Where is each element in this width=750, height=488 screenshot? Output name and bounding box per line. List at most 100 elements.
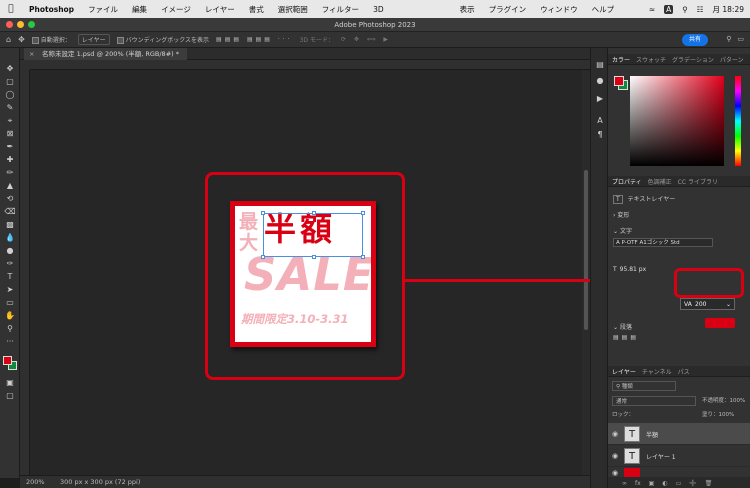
wifi-icon[interactable]: ≈ <box>649 5 655 14</box>
move-tool-icon[interactable]: ✥ <box>18 35 25 44</box>
path-select-tool-icon[interactable]: ➤ <box>4 285 16 295</box>
hand-tool-icon[interactable]: ✋ <box>4 311 16 321</box>
font-size-field[interactable]: T 95.81 px <box>613 266 646 273</box>
canvas-vertical-scrollbar[interactable] <box>582 70 590 475</box>
fx-icon[interactable]: fx <box>635 480 641 487</box>
tab-cc-libraries[interactable]: CC ライブラリ <box>678 177 718 186</box>
tab-adjustments[interactable]: 色調補正 <box>648 177 672 186</box>
menubar-clock[interactable]: 月 18:29 <box>713 4 745 15</box>
mask-icon[interactable]: ▣ <box>649 480 655 487</box>
paragraph-icon[interactable]: ¶ <box>595 130 605 140</box>
adjustment-icon[interactable]: ◐ <box>662 480 667 487</box>
share-button[interactable]: 共有 <box>681 34 708 46</box>
eye-icon[interactable]: ◉ <box>612 430 618 438</box>
eyedropper-tool-icon[interactable]: ✒ <box>4 142 16 152</box>
layer-row-background[interactable]: ◉ <box>608 467 750 478</box>
layer-row-selected[interactable]: ◉ T 半額 <box>608 423 750 445</box>
shape-tool-icon[interactable]: ▭ <box>4 298 16 308</box>
layer-filter-select[interactable]: ⚲ 種類 <box>612 381 676 391</box>
menu-file[interactable]: ファイル <box>81 4 125 15</box>
tab-patterns[interactable]: パターン <box>720 55 744 64</box>
zoom-tool-icon[interactable]: ⚲ <box>4 324 16 334</box>
marquee-tool-icon[interactable]: ▢ <box>4 77 16 87</box>
tracking-field[interactable]: VA 200 ⌄ <box>680 298 735 310</box>
home-icon[interactable]: ⌂ <box>6 35 11 44</box>
control-center-icon[interactable]: ☷ <box>697 5 704 14</box>
vertical-ruler[interactable] <box>20 70 30 475</box>
transform-handle[interactable] <box>261 211 265 215</box>
history-icon[interactable]: ▤ <box>595 60 605 70</box>
workspace-icon[interactable]: ▭ <box>737 35 744 43</box>
tab-paths[interactable]: パス <box>678 367 690 376</box>
fill-field[interactable]: 塗り：100% <box>702 410 734 418</box>
align-icons[interactable]: ▤▤▤ ▤▤▤ ··· <box>216 36 293 43</box>
layer-select-dropdown[interactable]: レイヤー <box>77 34 110 45</box>
foreground-color-swatch[interactable] <box>3 356 12 365</box>
tab-swatches[interactable]: スウォッチ <box>636 55 666 64</box>
gradient-tool-icon[interactable]: ▩ <box>4 220 16 230</box>
font-family-select[interactable]: A P-OTF A1ゴシック Std <box>613 238 713 247</box>
actions-icon[interactable]: ▶ <box>595 94 605 104</box>
menu-edit[interactable]: 編集 <box>125 4 154 15</box>
type-tool-icon[interactable]: T <box>4 272 16 282</box>
character-icon[interactable]: A <box>595 116 605 126</box>
menu-app[interactable]: Photoshop <box>22 5 81 14</box>
stamp-tool-icon[interactable]: ▲ <box>4 181 16 191</box>
healing-tool-icon[interactable]: ✚ <box>4 155 16 165</box>
pen-tool-icon[interactable]: ✑ <box>4 259 16 269</box>
transform-handle[interactable] <box>261 255 265 259</box>
auto-select-checkbox[interactable]: 自動選択： <box>31 35 71 44</box>
dodge-tool-icon[interactable]: ● <box>4 246 16 256</box>
tab-gradients[interactable]: グラデーション <box>672 55 714 64</box>
lasso-tool-icon[interactable]: ◯ <box>4 90 16 100</box>
new-layer-icon[interactable]: ➕ <box>689 480 696 487</box>
folder-icon[interactable]: ▭ <box>676 480 682 487</box>
3d-icons[interactable]: ⟳ ✥ ⟺ ▶ <box>341 36 391 43</box>
brush-tool-icon[interactable]: ✏ <box>4 168 16 178</box>
more-tools-icon[interactable]: ··· <box>4 337 16 347</box>
crop-tool-icon[interactable]: ⌖ <box>4 116 16 126</box>
quick-select-tool-icon[interactable]: ✎ <box>4 103 16 113</box>
text-section[interactable]: ⌄ 文字 <box>613 226 632 235</box>
artboard[interactable]: 最大 半額 SALE 期間限定3.10-3.31 <box>230 201 376 347</box>
menu-plugins[interactable]: プラグイン <box>482 4 534 15</box>
transform-handle[interactable] <box>312 255 316 259</box>
screen-mode-icon[interactable]: ▢ <box>4 391 16 401</box>
menu-type[interactable]: 書式 <box>242 4 271 15</box>
menu-layer[interactable]: レイヤー <box>198 4 242 15</box>
link-icon[interactable]: ∞ <box>622 480 627 487</box>
bounding-box-checkbox[interactable]: バウンディングボックスを表示 <box>116 35 209 44</box>
zoom-window-button[interactable] <box>28 21 35 28</box>
menu-image[interactable]: イメージ <box>154 4 198 15</box>
menu-3d[interactable]: 3D <box>366 5 391 14</box>
apple-icon[interactable]:  <box>0 4 22 14</box>
color-foreground-swatch[interactable] <box>614 76 624 86</box>
blur-tool-icon[interactable]: 💧 <box>4 233 16 243</box>
eraser-tool-icon[interactable]: ⌫ <box>4 207 16 217</box>
blend-mode-select[interactable]: 通常 <box>612 396 696 406</box>
paragraph-section[interactable]: ⌄ 段落 <box>613 322 632 331</box>
document-tab[interactable]: × 名称未設定 1.psd @ 200% (半額, RGB/8#) * <box>24 48 187 60</box>
layer-name[interactable]: 半額 <box>646 430 658 439</box>
hue-slider[interactable] <box>735 76 741 166</box>
search-icon[interactable]: ⚲ <box>726 35 731 43</box>
quick-mask-icon[interactable]: ▣ <box>4 378 16 388</box>
frame-tool-icon[interactable]: ⊠ <box>4 129 16 139</box>
menu-select[interactable]: 選択範囲 <box>271 4 315 15</box>
history-brush-tool-icon[interactable]: ⟲ <box>4 194 16 204</box>
layer-row[interactable]: ◉ T レイヤー 1 <box>608 445 750 467</box>
zoom-level[interactable]: 200% <box>26 476 45 488</box>
tab-channels[interactable]: チャンネル <box>642 367 672 376</box>
color-picker-field[interactable] <box>630 76 724 166</box>
search-icon[interactable]: ⚲ <box>682 5 688 14</box>
menu-window[interactable]: ウィンドウ <box>533 4 585 15</box>
menu-filter[interactable]: フィルター <box>315 4 366 15</box>
tab-color[interactable]: カラー <box>612 55 630 64</box>
tab-layers[interactable]: レイヤー <box>612 367 636 376</box>
minimize-window-button[interactable] <box>17 21 24 28</box>
move-tool-icon[interactable]: ✥ <box>4 64 16 74</box>
menu-view[interactable]: 表示 <box>453 4 482 15</box>
input-method-icon[interactable]: A <box>664 4 674 14</box>
close-tab-icon[interactable]: × <box>29 48 34 60</box>
opacity-field[interactable]: 不透明度：100% <box>702 396 745 404</box>
